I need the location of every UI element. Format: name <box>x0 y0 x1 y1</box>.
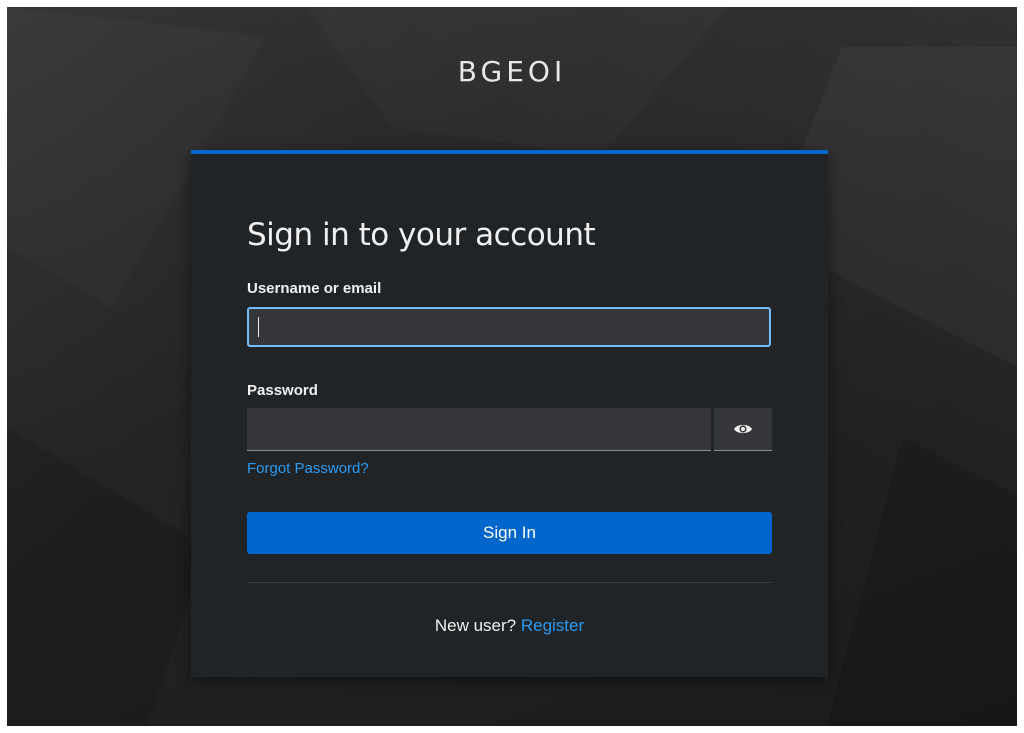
username-label: Username or email <box>247 280 382 297</box>
background-facet <box>7 427 207 726</box>
register-link[interactable]: Register <box>521 616 584 635</box>
forgot-password-link[interactable]: Forgot Password? <box>247 460 369 477</box>
page-title: Sign in to your account <box>247 217 596 253</box>
show-password-button[interactable] <box>714 408 772 451</box>
background-facet <box>827 437 1017 726</box>
divider <box>247 582 772 583</box>
password-input[interactable] <box>247 408 711 451</box>
username-input[interactable] <box>247 307 771 347</box>
new-user-text: New user? <box>434 616 517 635</box>
sign-in-button[interactable]: Sign In <box>247 512 772 554</box>
login-card: Sign in to your account Username or emai… <box>191 150 828 677</box>
brand-logo: BGEOI <box>457 55 567 88</box>
register-prompt: New user? Register <box>191 616 828 636</box>
text-caret <box>258 317 259 337</box>
eye-icon <box>734 424 752 434</box>
password-label: Password <box>247 382 318 399</box>
